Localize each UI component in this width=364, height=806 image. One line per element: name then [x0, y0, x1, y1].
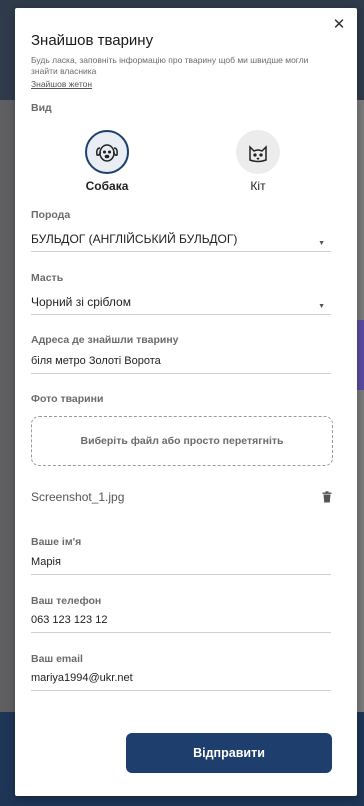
- trash-icon[interactable]: [321, 491, 333, 503]
- species-name-dog: Собака: [85, 179, 129, 193]
- chevron-down-icon: ▼: [318, 303, 325, 310]
- email-input[interactable]: mariya1994@ukr.net: [31, 669, 331, 691]
- photo-label: Фото тварини: [31, 393, 104, 405]
- uploaded-file-name: Screenshot_1.jpg: [31, 490, 125, 504]
- color-label: Масть: [31, 272, 64, 284]
- cat-icon-circle: [236, 130, 280, 174]
- name-label: Ваше ім'я: [31, 536, 82, 548]
- found-tag-link[interactable]: Знайшов жетон: [31, 79, 92, 89]
- breed-label: Порода: [31, 209, 71, 221]
- modal-title: Знайшов тварину: [31, 32, 154, 49]
- address-input[interactable]: біля метро Золоті Ворота: [31, 352, 331, 374]
- phone-label: Ваш телефон: [31, 595, 102, 607]
- close-icon[interactable]: ✕: [331, 16, 347, 32]
- address-label: Адреса де знайшли тварину: [31, 334, 179, 346]
- species-option-dog[interactable]: Собака: [67, 130, 147, 193]
- modal-subtitle: Будь ласка, заповніть інформацію про тва…: [31, 55, 309, 76]
- cat-icon: [249, 145, 267, 163]
- backdrop-side: [356, 100, 364, 712]
- species-option-cat[interactable]: Кіт: [218, 130, 298, 193]
- submit-button[interactable]: Відправити: [126, 733, 332, 773]
- species-label: Вид: [31, 102, 52, 114]
- color-select[interactable]: Чорний зі сріблом ▼: [31, 293, 331, 315]
- found-pet-modal: ✕ Знайшов тварину Будь ласка, заповніть …: [15, 8, 357, 796]
- breed-select[interactable]: БУЛЬДОГ (АНГЛІЙСЬКИЙ БУЛЬДОГ) ▼: [31, 230, 331, 252]
- email-label: Ваш email: [31, 653, 83, 665]
- chevron-down-icon: ▼: [318, 240, 325, 247]
- dog-icon: [96, 144, 118, 162]
- phone-input[interactable]: 063 123 123 12: [31, 611, 331, 633]
- species-name-cat: Кіт: [250, 179, 266, 193]
- dog-icon-circle: [85, 130, 129, 174]
- backdrop-accent: [356, 320, 364, 390]
- breed-value: БУЛЬДОГ (АНГЛІЙСЬКИЙ БУЛЬДОГ): [31, 232, 238, 246]
- color-value: Чорний зі сріблом: [31, 295, 131, 309]
- name-input[interactable]: Марія: [31, 553, 331, 575]
- photo-dropzone[interactable]: Виберіть файл або просто перетягніть: [31, 416, 333, 466]
